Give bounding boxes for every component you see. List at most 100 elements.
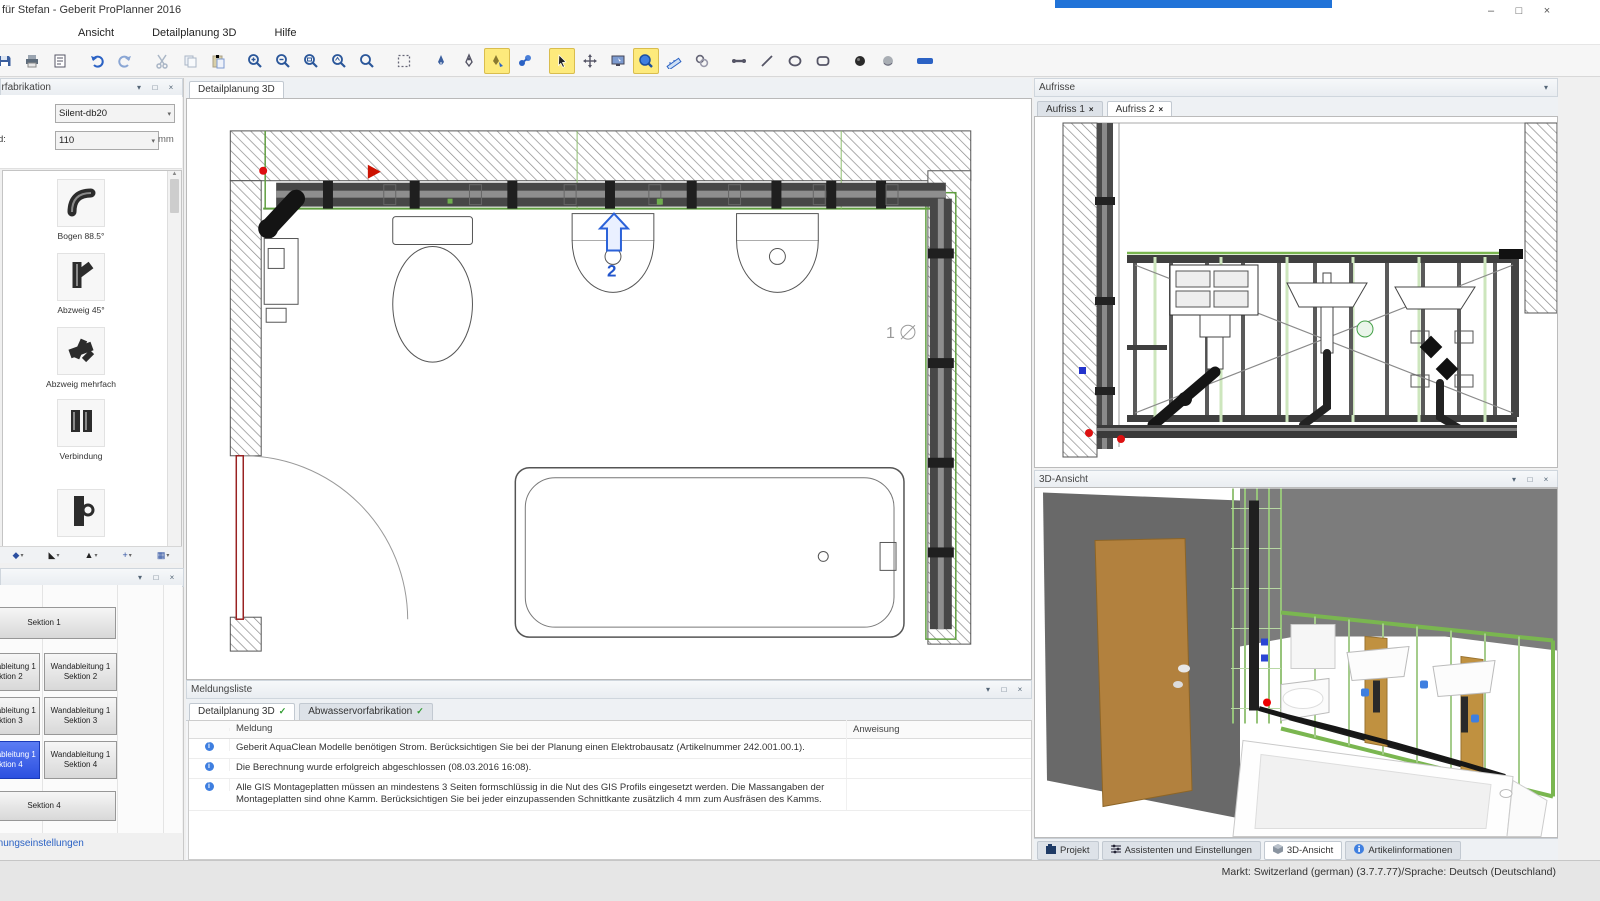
panel-collapse-icon[interactable]: ▾ [1539,81,1553,94]
section-branch-button-selected[interactable]: Wandableitung 1Sektion 4 [0,741,40,779]
wall-left[interactable] [230,181,261,456]
measure-icon[interactable] [661,48,687,74]
cut-icon[interactable] [149,48,175,74]
list-item[interactable]: Abzweig 45° [3,253,159,315]
sphere-dark-icon[interactable] [847,48,873,74]
table-row[interactable]: i Geberit AquaClean Modelle benötigen St… [189,739,1031,759]
door[interactable] [236,456,407,619]
calculation-settings-link[interactable]: Berechnungseinstellungen [0,838,84,849]
list-item[interactable]: Verbindung [3,399,159,461]
section-4-button[interactable]: Sektion 4 [0,791,116,821]
select-rectangle-icon[interactable] [391,48,417,74]
tab-messages-abwasservorfabrikation[interactable]: Abwasservorfabrikation✓ [299,703,432,720]
menu-ansicht[interactable]: Ansicht [70,25,122,41]
anchor-tool-icon[interactable] [456,48,482,74]
grid-tool-button[interactable]: ▦▾ [157,550,170,561]
close-button[interactable]: × [1534,0,1560,21]
print-icon[interactable] [19,48,45,74]
cistern-3d[interactable] [1291,625,1335,669]
floor-plan-canvas[interactable]: 2 1 [186,98,1032,680]
washbasin-elevation-2[interactable] [1395,287,1475,429]
panel-float-icon[interactable]: □ [148,81,162,94]
close-tab-icon[interactable]: × [1158,105,1163,114]
panel-collapse-icon[interactable]: ▾ [1507,473,1521,486]
list-item[interactable] [3,489,159,537]
tab-messages-detailplanung[interactable]: Detailplanung 3D✓ [189,703,295,721]
redo-icon[interactable] [112,48,138,74]
bathtub-fixture[interactable] [515,468,904,637]
connect-tool-icon[interactable] [512,48,538,74]
zoom-extents-icon[interactable] [326,48,352,74]
panel-close-icon[interactable]: × [165,571,179,584]
scroll-up-icon[interactable]: ▲ [172,171,178,177]
panel-float-icon[interactable]: □ [1523,473,1537,486]
panel-close-icon[interactable]: × [1539,473,1553,486]
zoom-region-icon[interactable] [633,48,659,74]
annotate-tool-button[interactable]: ▲▾ [85,550,98,560]
toilet-fixture[interactable] [393,217,473,362]
section-branch-button[interactable]: Wandableitung 1Sektion 2 [44,653,117,691]
panel-collapse-icon[interactable]: ▾ [981,683,995,696]
panel-collapse-icon[interactable]: ▾ [133,571,147,584]
zoom-out-icon[interactable] [270,48,296,74]
sphere-light-icon[interactable] [875,48,901,74]
rounded-rectangle-icon[interactable] [810,48,836,74]
tab-3d-ansicht[interactable]: 3D-Ansicht [1264,841,1342,860]
door-3d[interactable] [1095,539,1192,807]
start-point-marker[interactable] [259,167,267,175]
pen-tool-icon[interactable] [428,48,454,74]
wc-3d[interactable] [1281,679,1329,721]
list-item[interactable]: Abzweig mehrfach [3,327,159,389]
drain-pipe[interactable] [1097,425,1517,438]
panel-collapse-icon[interactable]: ▾ [132,81,146,94]
fitting-list-scrollbar[interactable]: ▲ [167,171,181,546]
section-branch-button[interactable]: Wandableitung 1Sektion 3 [0,697,40,735]
column-meldung[interactable]: Meldung [230,720,847,739]
panel-float-icon[interactable]: □ [997,683,1011,696]
maximize-button[interactable]: □ [1506,0,1532,21]
washbasin-2[interactable] [737,214,819,293]
move-icon[interactable] [577,48,603,74]
wall-left-stub[interactable] [230,617,261,651]
minimize-button[interactable]: – [1478,0,1504,21]
section-branch-button[interactable]: Wandableitung 1Sektion 3 [44,697,117,735]
list-item[interactable]: Bogen 88.5° [3,179,159,241]
pipe-system-select[interactable]: Silent-db20▾ [55,104,175,123]
fitting-tool-button[interactable]: ◆▾ [13,550,24,561]
ellipse-icon[interactable] [782,48,808,74]
zoom-in-icon[interactable] [242,48,268,74]
zoom-window-icon[interactable] [298,48,324,74]
constraint-icon[interactable] [689,48,715,74]
tab-artikelinformationen[interactable]: Artikelinformationen [1345,841,1461,860]
section-branch-button[interactable]: Wandableitung 1Sektion 4 [44,741,117,779]
elevation-view[interactable] [1034,116,1558,468]
stack-pipe[interactable] [1095,123,1115,449]
copy-icon[interactable] [177,48,203,74]
section-1-button[interactable]: Sektion 1 [0,607,116,639]
pipe-run-icon[interactable] [912,48,938,74]
add-tool-button[interactable]: +▾ [123,550,132,560]
pipe-segment-icon[interactable] [726,48,752,74]
save-icon[interactable] [0,48,17,74]
tab-projekt[interactable]: Projekt [1037,841,1099,860]
table-row[interactable]: i Die Berechnung wurde erfolgreich abges… [189,759,1031,779]
panel-close-icon[interactable]: × [164,81,178,94]
section-branch-button[interactable]: Wandableitung 1Sektion 2 [0,653,40,691]
undo-icon[interactable] [84,48,110,74]
menu-hilfe[interactable]: Hilfe [266,25,304,41]
select-cursor-icon[interactable] [549,48,575,74]
wall-top[interactable] [230,131,970,181]
view3d-scene[interactable] [1034,487,1558,838]
tab-assistenten[interactable]: Assistenten und Einstellungen [1102,841,1261,860]
screen-select-icon[interactable] [605,48,631,74]
draw-tool-button[interactable]: ◣▾ [49,550,60,561]
paste-icon[interactable] [205,48,231,74]
close-tab-icon[interactable]: × [1089,105,1094,114]
menu-detailplanung-3d[interactable]: Detailplanung 3D [144,25,244,41]
scrollbar-thumb[interactable] [170,179,179,213]
pen-edit-icon[interactable] [484,48,510,74]
panel-close-icon[interactable]: × [1013,683,1027,696]
report-icon[interactable] [47,48,73,74]
zoom-previous-icon[interactable] [354,48,380,74]
panel-float-icon[interactable]: □ [149,571,163,584]
